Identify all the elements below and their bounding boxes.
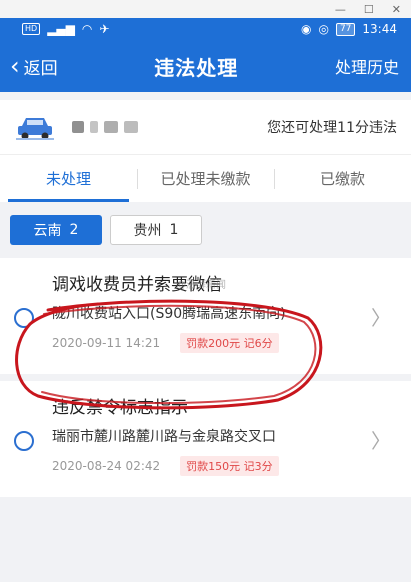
- fine-badge: 罚款200元 记6分: [180, 333, 279, 353]
- eye-icon: ◉: [300, 22, 312, 36]
- violation-location: 陇川收费站入口(S90腾瑞高速东南向): [52, 306, 286, 322]
- tab-paid[interactable]: 已缴款: [274, 155, 411, 202]
- page-title: 违法处理: [154, 55, 239, 80]
- maximize-icon[interactable]: ☐: [364, 3, 374, 16]
- wifi-icon: ◠: [81, 22, 93, 36]
- chevron-left-icon: ‹: [10, 52, 20, 80]
- province-count: 2: [69, 222, 79, 238]
- vehicle-info: 您还可处理11分违法: [0, 100, 411, 154]
- province-name: 贵州: [133, 223, 162, 239]
- chevron-right-icon: 〉: [371, 429, 391, 453]
- select-radio[interactable]: [14, 431, 34, 451]
- redacted-block: [104, 121, 118, 133]
- battery-icon: 77: [335, 22, 356, 36]
- clock-time: 13:44: [362, 22, 397, 36]
- redacted-block: [72, 121, 84, 133]
- nav-bar: ‹ 返回 违法处理 处理历史: [0, 40, 411, 92]
- province-filter: 云南 2 贵州 1: [0, 202, 411, 258]
- minimize-icon[interactable]: —: [335, 3, 346, 16]
- status-tabs: 未处理 已处理未缴款 已缴款: [0, 154, 411, 202]
- tab-unprocessed[interactable]: 未处理: [0, 155, 137, 202]
- violation-date: 2020-09-11 14:21: [52, 336, 161, 350]
- airplane-icon: ✈: [99, 22, 110, 36]
- status-bar: HD ▂▄▆ ◠ ✈ ◉ ◎ 77 13:44: [0, 18, 411, 40]
- select-radio[interactable]: [14, 308, 34, 328]
- signal-icon: ▂▄▆: [47, 22, 75, 36]
- fine-badge: 罚款150元 记3分: [180, 456, 279, 476]
- remaining-points-text: 您还可处理11分违法: [267, 120, 397, 136]
- province-count: 1: [169, 222, 179, 238]
- redacted-block: [124, 121, 138, 133]
- province-chip-yunnan[interactable]: 云南 2: [10, 215, 102, 245]
- watermark: @澎湃新闻: [176, 280, 226, 291]
- hd-icon: HD: [22, 23, 41, 35]
- close-icon[interactable]: ✕: [392, 3, 401, 16]
- window-controls: — ☐ ✕: [0, 0, 411, 18]
- history-button[interactable]: 处理历史: [335, 54, 399, 78]
- province-chip-guizhou[interactable]: 贵州 1: [110, 215, 202, 245]
- violation-item[interactable]: 违反禁令标志指示 瑞丽市麓川路麓川路与金泉路交叉口 2020-08-24 02:…: [0, 381, 411, 497]
- violation-title: 违反禁令标志指示: [52, 398, 188, 418]
- app-header: HD ▂▄▆ ◠ ✈ ◉ ◎ 77 13:44 ‹ 返回 违法处理 处理历史: [0, 18, 411, 92]
- violation-date: 2020-08-24 02:42: [52, 459, 161, 473]
- location-icon: ◎: [318, 22, 329, 36]
- back-label: 返回: [23, 58, 58, 79]
- violation-list: 调戏收费员并索要微信 陇川收费站入口(S90腾瑞高速东南向) 2020-09-1…: [0, 258, 411, 497]
- license-plate-redacted: [72, 121, 138, 133]
- province-name: 云南: [33, 223, 62, 239]
- back-button[interactable]: ‹ 返回: [10, 54, 58, 79]
- chevron-right-icon: 〉: [371, 306, 391, 330]
- car-icon: [16, 118, 54, 140]
- tab-processed-unpaid[interactable]: 已处理未缴款: [137, 155, 274, 202]
- violation-location: 瑞丽市麓川路麓川路与金泉路交叉口: [52, 429, 276, 445]
- redacted-block: [90, 121, 98, 133]
